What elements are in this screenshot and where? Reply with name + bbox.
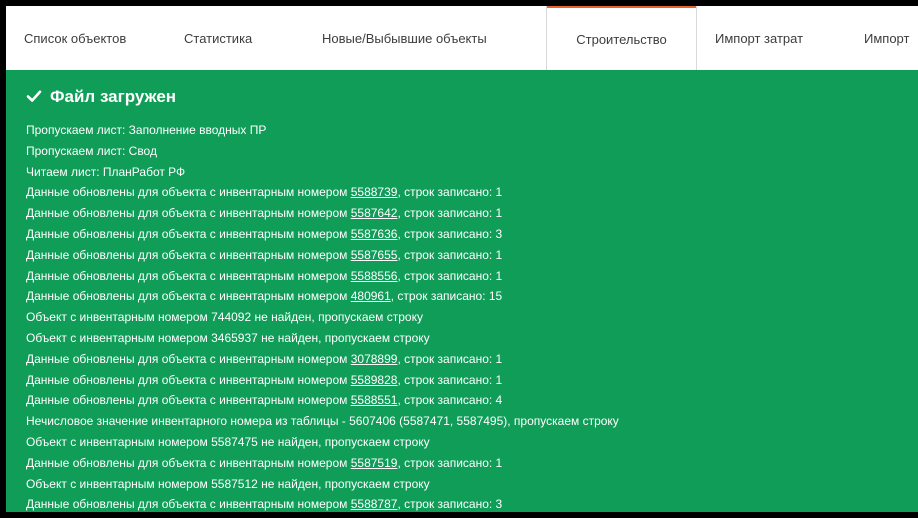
upload-result-panel: Файл загружен Пропускаем лист: Заполнени… xyxy=(6,70,918,512)
inventory-number-link[interactable]: 5587642 xyxy=(351,206,398,220)
app-frame: Список объектов Статистика Новые/Выбывши… xyxy=(6,6,918,512)
inventory-number-link[interactable]: 5588787 xyxy=(351,497,398,511)
tab-construction[interactable]: Строительство xyxy=(547,6,696,70)
log-line-text: Данные обновлены для объекта с инвентарн… xyxy=(26,206,351,221)
log-line: Объект с инвентарным номером 744092 не н… xyxy=(26,310,423,325)
log-line-suffix: , строк записано: 1 xyxy=(397,455,503,470)
status-title: Файл загружен xyxy=(26,86,176,108)
log-line: Объект с инвентарным номером 5587475 не … xyxy=(26,434,430,449)
tab-import[interactable]: Импорт xyxy=(864,6,918,70)
log-line-suffix: , строк записано: 1 xyxy=(397,351,503,366)
inventory-number-link[interactable]: 5588739 xyxy=(351,185,398,199)
log-line-text: Данные обновлены для объекта с инвентарн… xyxy=(26,247,351,262)
log-line: Данные обновлены для объекта с инвентарн… xyxy=(26,453,906,474)
log-line-suffix: , строк записано: 1 xyxy=(397,268,503,283)
upload-log: Пропускаем лист: Заполнение вводных ПР Пр… xyxy=(26,120,906,512)
log-line-text: Данные обновлены для объекта с инвентарн… xyxy=(26,497,351,512)
log-line-text: Данные обновлены для объекта с инвентарн… xyxy=(26,289,351,304)
log-line: Данные обновлены для объекта с инвентарн… xyxy=(26,245,906,266)
tab-new-retired-objects[interactable]: Новые/Выбывшие объекты xyxy=(322,6,542,70)
log-line: Нечисловое значение инвентарного номера … xyxy=(26,414,619,429)
log-line: Данные обновлены для объекта с инвентарн… xyxy=(26,203,906,224)
log-line-suffix: , строк записано: 15 xyxy=(390,289,503,304)
inventory-number-link[interactable]: 5588551 xyxy=(351,393,398,407)
log-line-text: Данные обновлены для объекта с инвентарн… xyxy=(26,393,351,408)
log-line: Пропускаем лист: Заполнение вводных ПР xyxy=(26,123,267,137)
log-line: Объект с инвентарным номером 5587512 не … xyxy=(26,476,430,491)
tab-bar: Список объектов Статистика Новые/Выбывши… xyxy=(6,6,918,71)
log-line: Данные обновлены для объекта с инвентарн… xyxy=(26,390,906,411)
log-line: Читаем лист: ПланРабот РФ xyxy=(26,164,186,179)
tab-object-list[interactable]: Список объектов xyxy=(24,6,164,70)
log-line-suffix: , строк записано: 1 xyxy=(397,247,503,262)
log-line-suffix: , строк записано: 1 xyxy=(397,185,503,200)
log-line-suffix: , строк записано: 1 xyxy=(397,372,503,387)
log-line: Данные обновлены для объекта с инвентарн… xyxy=(26,286,906,307)
log-line: Данные обновлены для объекта с инвентарн… xyxy=(26,182,906,203)
log-line: Данные обновлены для объекта с инвентарн… xyxy=(26,266,906,287)
inventory-number-link[interactable]: 5588556 xyxy=(351,269,398,283)
log-line: Пропускаем лист: Свод xyxy=(26,143,157,158)
tab-cost-import[interactable]: Импорт затрат xyxy=(715,6,835,70)
log-line: Данные обновлены для объекта с инвентарн… xyxy=(26,349,906,370)
log-line: Данные обновлены для объекта с инвентарн… xyxy=(26,370,906,391)
log-line: Данные обновлены для объекта с инвентарн… xyxy=(26,494,906,512)
check-icon xyxy=(26,90,42,102)
log-line: Объект с инвентарным номером 3465937 не … xyxy=(26,330,430,345)
log-line-text: Данные обновлены для объекта с инвентарн… xyxy=(26,268,351,283)
log-line-suffix: , строк записано: 3 xyxy=(397,226,503,241)
inventory-number-link[interactable]: 5587519 xyxy=(351,456,398,470)
log-line-suffix: , строк записано: 3 xyxy=(397,497,503,512)
inventory-number-link[interactable]: 480961 xyxy=(351,289,391,303)
log-line-text: Данные обновлены для объекта с инвентарн… xyxy=(26,455,351,470)
inventory-number-link[interactable]: 5589828 xyxy=(351,373,398,387)
inventory-number-link[interactable]: 5587636 xyxy=(351,227,398,241)
inventory-number-link[interactable]: 3078899 xyxy=(351,352,398,366)
inventory-number-link[interactable]: 5587655 xyxy=(351,248,398,262)
tab-statistics[interactable]: Статистика xyxy=(184,6,284,70)
log-line-text: Данные обновлены для объекта с инвентарн… xyxy=(26,351,351,366)
log-line-suffix: , строк записано: 1 xyxy=(397,206,503,221)
log-line-text: Данные обновлены для объекта с инвентарн… xyxy=(26,226,351,241)
log-line-suffix: , строк записано: 4 xyxy=(397,393,503,408)
log-line: Данные обновлены для объекта с инвентарн… xyxy=(26,224,906,245)
log-line-text: Данные обновлены для объекта с инвентарн… xyxy=(26,372,351,387)
status-title-text: Файл загружен xyxy=(50,87,177,106)
log-line-text: Данные обновлены для объекта с инвентарн… xyxy=(26,185,351,200)
